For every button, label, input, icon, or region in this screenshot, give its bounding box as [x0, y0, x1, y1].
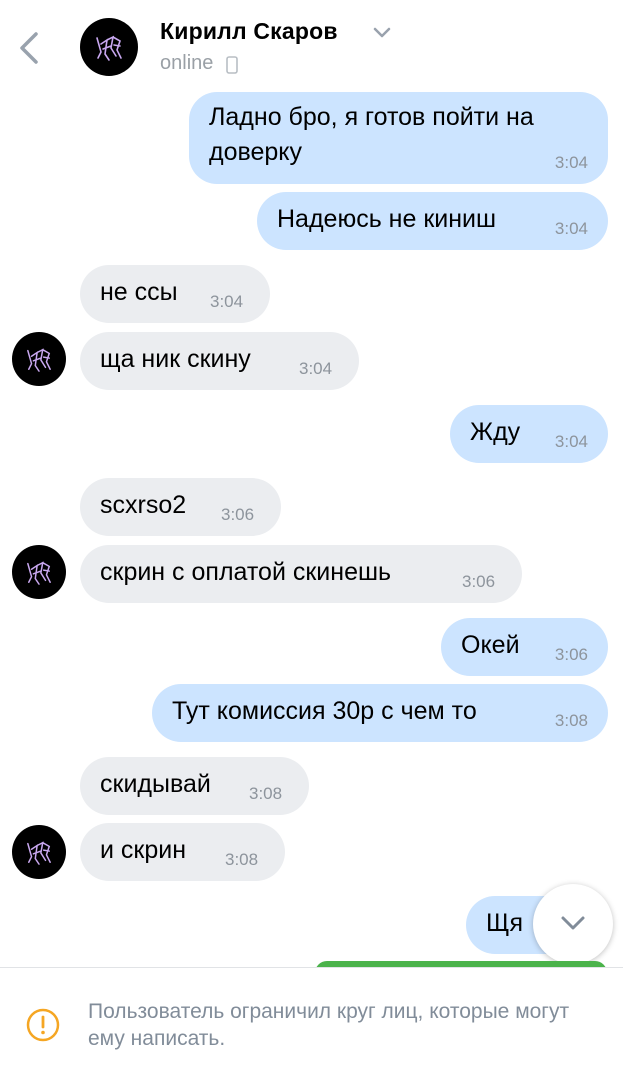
contact-status: online: [160, 52, 214, 74]
message-text: и скрин: [100, 836, 187, 864]
message-bubble-incoming[interactable]: scxrso2 3:06: [80, 478, 281, 536]
message-text: Жду: [470, 418, 521, 446]
message-time: 3:08: [554, 711, 588, 730]
contact-name[interactable]: Кирилл Скаров: [160, 18, 338, 45]
message-time: 3:06: [554, 645, 588, 664]
contact-avatar[interactable]: [12, 332, 66, 386]
message-time: 3:06: [221, 505, 255, 524]
phone-icon: [226, 56, 238, 74]
message-bubble-outgoing[interactable]: Окей 3:06: [441, 618, 608, 676]
message-bubble-incoming[interactable]: ща ник скину 3:04: [80, 332, 359, 390]
message-time: 3:04: [554, 219, 588, 238]
message-bubble-outgoing[interactable]: Надеюсь не киниш 3:04: [257, 192, 608, 250]
message-time: 3:08: [225, 850, 259, 869]
message-text: не ссы: [100, 278, 178, 306]
contact-avatar[interactable]: [80, 18, 138, 76]
chevron-down-icon[interactable]: [372, 26, 392, 40]
contact-avatar[interactable]: [12, 825, 66, 879]
message-time: 3:04: [554, 153, 588, 172]
message-text: доверку: [209, 138, 303, 166]
message-bubble-incoming[interactable]: не ссы 3:04: [80, 265, 270, 323]
message-text: Надеюсь не киниш: [277, 205, 497, 233]
chevron-down-icon: [561, 916, 585, 930]
notice-text: Пользователь ограничил круг лиц, которые…: [88, 1000, 570, 1050]
exclamation-circle-icon: [26, 1008, 60, 1042]
message-bubble-incoming[interactable]: и скрин 3:08: [80, 823, 285, 881]
message-bubble-incoming[interactable]: скидывай 3:08: [80, 757, 309, 815]
contact-avatar[interactable]: [12, 545, 66, 599]
message-time: 3:06: [462, 572, 496, 591]
back-chevron-icon[interactable]: [14, 30, 48, 66]
message-text: ща ник скину: [100, 345, 251, 373]
write-restriction-notice: Пользователь ограничил круг лиц, которые…: [0, 967, 623, 1081]
message-bubble-outgoing[interactable]: Ладно бро, я готов пойти на доверку 3:04: [189, 92, 608, 184]
chat-header: Кирилл Скаров online: [0, 0, 623, 92]
message-text: скрин с оплатой скинешь: [100, 558, 392, 586]
message-text: скидывай: [100, 770, 211, 798]
message-time: 3:04: [554, 432, 588, 451]
message-bubble-outgoing[interactable]: Тут комиссия 30р с чем то 3:08: [152, 684, 608, 742]
message-bubble-incoming[interactable]: скрин с оплатой скинешь 3:06: [80, 545, 522, 603]
message-text: Ладно бро, я готов пойти на: [209, 103, 534, 131]
message-text: scxrso2: [100, 491, 187, 519]
message-text: Щя: [486, 909, 523, 937]
scroll-to-bottom-button[interactable]: [533, 884, 613, 964]
message-text: Тут комиссия 30р с чем то: [172, 697, 477, 725]
message-bubble-outgoing[interactable]: Жду 3:04: [450, 405, 608, 463]
message-time: 3:04: [299, 359, 333, 378]
message-time: 3:04: [210, 292, 244, 311]
message-time: 3:08: [249, 784, 283, 803]
message-text: Окей: [461, 631, 520, 659]
